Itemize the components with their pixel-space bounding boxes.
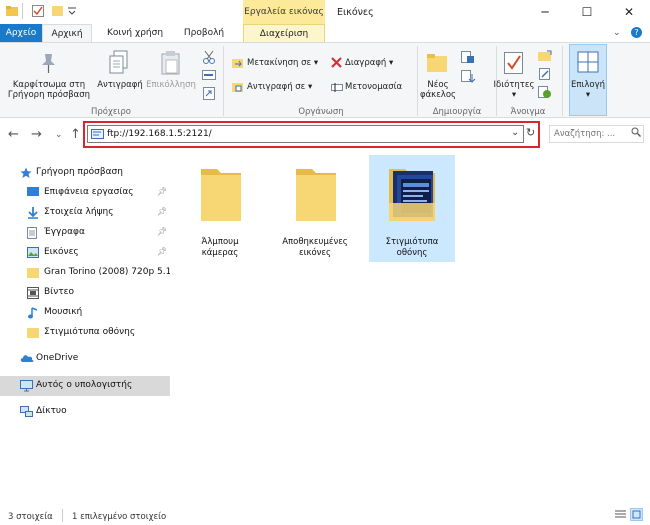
nav-network[interactable]: Δίκτυο (0, 403, 170, 421)
edit-icon[interactable] (538, 68, 552, 83)
maximize-button[interactable]: ☐ (566, 0, 608, 24)
folder-screenshots-thumbnail-icon (389, 169, 435, 221)
selected-count: 1 επιλεγμένο στοιχείο (72, 512, 167, 522)
new-folder-button[interactable]: Νέος φάκελος (418, 80, 458, 100)
tab-home[interactable]: Αρχική (42, 24, 92, 42)
help-icon[interactable]: ? (631, 27, 642, 38)
copy-icon[interactable] (108, 50, 130, 79)
close-button[interactable]: ✕ (608, 0, 650, 24)
copy-to-button[interactable]: Αντιγραφή σε ▾ (247, 82, 312, 92)
pinned-icon: 📌︎ (157, 227, 168, 236)
document-icon (27, 227, 39, 239)
copy-button[interactable]: Αντιγραφή (95, 80, 145, 90)
folder-icon (27, 267, 39, 278)
download-arrow-icon (27, 207, 39, 219)
pictures-icon (27, 247, 39, 258)
tab-manage[interactable]: Διαχείριση (243, 24, 325, 42)
paste-button: Επικόλληση (146, 80, 196, 90)
move-to-icon[interactable] (232, 58, 244, 72)
paste-shortcut-icon[interactable] (202, 86, 216, 103)
search-icon[interactable] (631, 127, 641, 140)
properties-icon[interactable] (503, 51, 525, 78)
forward-button[interactable]: → (31, 127, 42, 142)
delete-icon[interactable] (331, 57, 342, 71)
nav-pictures[interactable]: Εικόνες 📌︎ (0, 244, 170, 262)
minimize-button[interactable]: ─ (524, 0, 566, 24)
clipboard-group-label: Πρόχειρο (91, 107, 131, 117)
details-view-icon[interactable] (615, 510, 626, 523)
explorer-app-icon[interactable] (6, 5, 18, 17)
nav-music[interactable]: Μουσική (0, 304, 170, 322)
computer-icon (20, 380, 33, 392)
open-icon[interactable] (538, 50, 552, 65)
pin-to-quick-access-button[interactable]: Καρφίτσωμα στη Γρήγορη πρόσβαση (3, 80, 95, 100)
pinned-icon: 📌︎ (157, 207, 168, 216)
new-item-icon[interactable] (461, 51, 477, 68)
rename-icon[interactable] (331, 82, 343, 96)
move-to-button[interactable]: Μετακίνηση σε ▾ (247, 58, 318, 68)
cut-icon[interactable] (202, 50, 216, 67)
copy-path-icon[interactable] (202, 69, 216, 84)
new-group-label: Δημιουργία (432, 107, 482, 117)
back-button[interactable]: ← (8, 127, 19, 142)
nav-videos[interactable]: Βίντεο (0, 284, 170, 302)
window-title: Εικόνες (337, 7, 374, 18)
properties-button[interactable]: Ιδιότητες ▾ (492, 80, 536, 100)
nav-gran-torino-folder[interactable]: Gran Torino (2008) 720p 5.1 E (0, 264, 170, 282)
nav-screenshots-folder[interactable]: Στιγμιότυπα οθόνης (0, 324, 170, 342)
folder-camera-roll[interactable]: Άλμπουμ κάμερας (177, 155, 263, 262)
new-folder-quick-icon[interactable] (52, 5, 64, 17)
nav-quick-access[interactable]: Γρήγορη πρόσβαση (0, 164, 170, 182)
picture-tools-tab-group: Εργαλεία εικόνας (243, 0, 325, 24)
tab-view[interactable]: Προβολή (176, 24, 232, 42)
music-note-icon (27, 307, 39, 319)
delete-button[interactable]: Διαγραφή ▾ (345, 58, 393, 68)
tab-file[interactable]: Αρχείο (0, 24, 42, 42)
network-icon (20, 406, 33, 417)
refresh-icon[interactable]: ↻ (526, 126, 535, 139)
pinned-icon: 📌︎ (157, 187, 168, 196)
open-group-label: Άνοιγμα (510, 107, 546, 117)
nav-downloads[interactable]: Στοιχεία λήψης 📌︎ (0, 204, 170, 222)
tab-share[interactable]: Κοινή χρήση (100, 24, 170, 42)
new-folder-icon[interactable] (426, 52, 448, 77)
nav-this-pc[interactable]: Αυτός ο υπολογιστής (0, 376, 170, 396)
large-icons-view-icon[interactable] (630, 508, 643, 521)
folder-saved-pictures[interactable]: Αποθηκευμένες εικόνες (272, 155, 358, 262)
recent-locations-chevron-icon[interactable]: ⌄ (55, 130, 63, 140)
ribbon-collapse-chevron-icon[interactable]: ⌄ (613, 28, 621, 38)
nav-onedrive[interactable]: OneDrive (0, 350, 170, 368)
nav-desktop[interactable]: Επιφάνεια εργασίας 📌︎ (0, 184, 170, 202)
nav-documents[interactable]: Έγγραφα 📌︎ (0, 224, 170, 242)
search-input[interactable] (554, 127, 640, 141)
customize-toolbar-chevron-icon[interactable] (68, 7, 80, 19)
pinned-icon: 📌︎ (157, 247, 168, 256)
star-icon (20, 167, 32, 178)
item-count: 3 στοιχεία (8, 512, 53, 522)
paste-icon (160, 50, 182, 79)
folder-screenshots[interactable]: Στιγμιότυπα οθόνης (369, 155, 455, 262)
cloud-icon (20, 353, 34, 364)
folder-icon (296, 169, 336, 221)
up-button[interactable]: ↑ (70, 127, 81, 142)
desktop-icon (27, 187, 39, 198)
select-button[interactable]: Επιλογή ▾ (568, 80, 608, 100)
select-grid-icon[interactable] (577, 51, 599, 76)
history-icon[interactable] (538, 86, 552, 102)
address-highlight-frame (83, 121, 540, 148)
copy-to-icon[interactable] (232, 82, 244, 96)
easy-access-icon[interactable] (461, 70, 477, 87)
rename-button[interactable]: Μετονομασία (345, 82, 402, 92)
folder-icon (27, 327, 39, 338)
properties-checkmark-icon[interactable] (32, 5, 44, 17)
folder-icon (201, 169, 241, 221)
pin-icon[interactable] (38, 52, 58, 77)
status-bar: 3 στοιχεία 1 επιλεγμένο στοιχείο (0, 505, 650, 525)
organize-group-label: Οργάνωση (298, 107, 344, 117)
video-icon (27, 287, 39, 299)
